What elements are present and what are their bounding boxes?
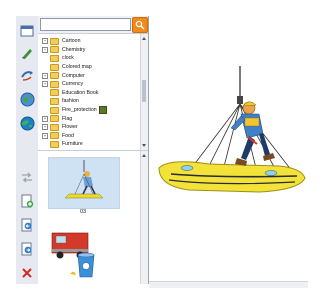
folder-icon [50,140,59,148]
tree-item[interactable]: + Cartoon [42,37,138,46]
thumbnail-label: 03 [79,209,87,215]
tree-item[interactable]: + Flower [42,123,138,132]
window-icon[interactable] [18,22,36,40]
tree-item-label: Furniture [62,141,83,148]
rescue-worker-illustration [158,66,306,193]
scroll-thumb[interactable] [142,80,146,102]
tree-item[interactable]: + Flag [42,114,138,123]
tree-item-label: Computer [62,72,85,79]
tree-item-label: Flower [62,124,78,131]
tree-item-label: Colored map [62,64,92,71]
tree-scrollbar[interactable] [140,34,148,150]
tree-item[interactable]: +clock [42,54,138,63]
folder-icon [50,54,59,62]
thumbnail-scrollbar[interactable] [140,151,148,284]
tree-item[interactable]: +Education Book [42,89,138,98]
tree-item-label: Currency [62,81,84,88]
tree-item[interactable]: + Food [42,132,138,141]
tree-item-label: Education Book [62,89,99,96]
search-button[interactable] [132,17,148,33]
folder-icon [50,63,59,71]
expand-icon[interactable]: + [42,81,48,88]
tree-item[interactable]: + Chemistry [42,46,138,55]
tree-item[interactable]: + Computer [42,71,138,80]
canvas-area[interactable] [149,16,308,289]
folder-icon [50,97,59,105]
tree-item-label: Food [62,132,74,139]
category-tree: +Cartoon+Chemistry+clock+Colored map+Com… [38,34,148,151]
tree-item-label: Chemistry [62,46,86,53]
scroll-down-icon[interactable] [142,144,146,147]
thumbnail-rescue-worker[interactable] [48,157,120,209]
earth-icon[interactable] [18,114,36,132]
search-bar [38,16,148,34]
globe-icon[interactable] [18,90,36,108]
folder-icon [50,80,59,88]
folder-icon [50,37,59,45]
expand-icon[interactable]: + [42,46,48,53]
left-toolbar [16,16,39,284]
folder-icon [50,115,59,123]
app-window: +Cartoon+Chemistry+clock+Colored map+Com… [0,0,308,289]
tree-item[interactable]: +fashion [42,97,138,106]
folder-icon [50,46,59,54]
search-input[interactable] [40,18,131,31]
swap-arrow-icon[interactable] [18,168,36,186]
tree-item[interactable]: + Currency [42,80,138,89]
thumbnail-list: 03 [38,151,148,284]
category-tree-list: +Cartoon+Chemistry+clock+Colored map+Com… [42,37,138,149]
tree-item[interactable]: +Furniture [42,140,138,149]
arrows-icon[interactable] [18,66,36,84]
delete-icon[interactable] [18,264,36,282]
expand-icon[interactable]: + [42,115,48,122]
tree-item[interactable]: +Fire_protection [42,106,138,115]
expand-icon[interactable]: + [42,132,48,139]
folder-icon [50,72,59,80]
gallery-panel: +Cartoon+Chemistry+clock+Colored map+Com… [38,16,149,284]
tree-item-label: clock [62,55,74,62]
add-page-icon[interactable] [18,192,36,210]
tree-item[interactable]: +Colored map [42,63,138,72]
expand-icon[interactable]: + [42,38,48,45]
expand-icon[interactable]: + [42,124,48,131]
folder-icon [50,123,59,131]
tree-item-label: Cartoon [62,38,81,45]
folder-icon [50,132,59,140]
thumbnail-fire-truck[interactable] [48,225,118,281]
canvas-scrollbar[interactable] [149,281,308,288]
tree-item-label: Fire_protection [62,107,97,114]
folder-icon [50,106,59,114]
badge-icon [98,106,107,115]
tree-item-label: Flag [62,115,73,122]
search-icon [135,20,145,30]
scroll-up-icon[interactable] [142,154,146,157]
pen-icon[interactable] [18,44,36,62]
tree-item-label: fashion [62,98,79,105]
expand-icon[interactable]: + [42,72,48,79]
folder-icon [50,89,59,97]
next-page-icon[interactable] [18,240,36,258]
prev-page-icon[interactable] [18,216,36,234]
scroll-up-icon[interactable] [142,37,146,40]
